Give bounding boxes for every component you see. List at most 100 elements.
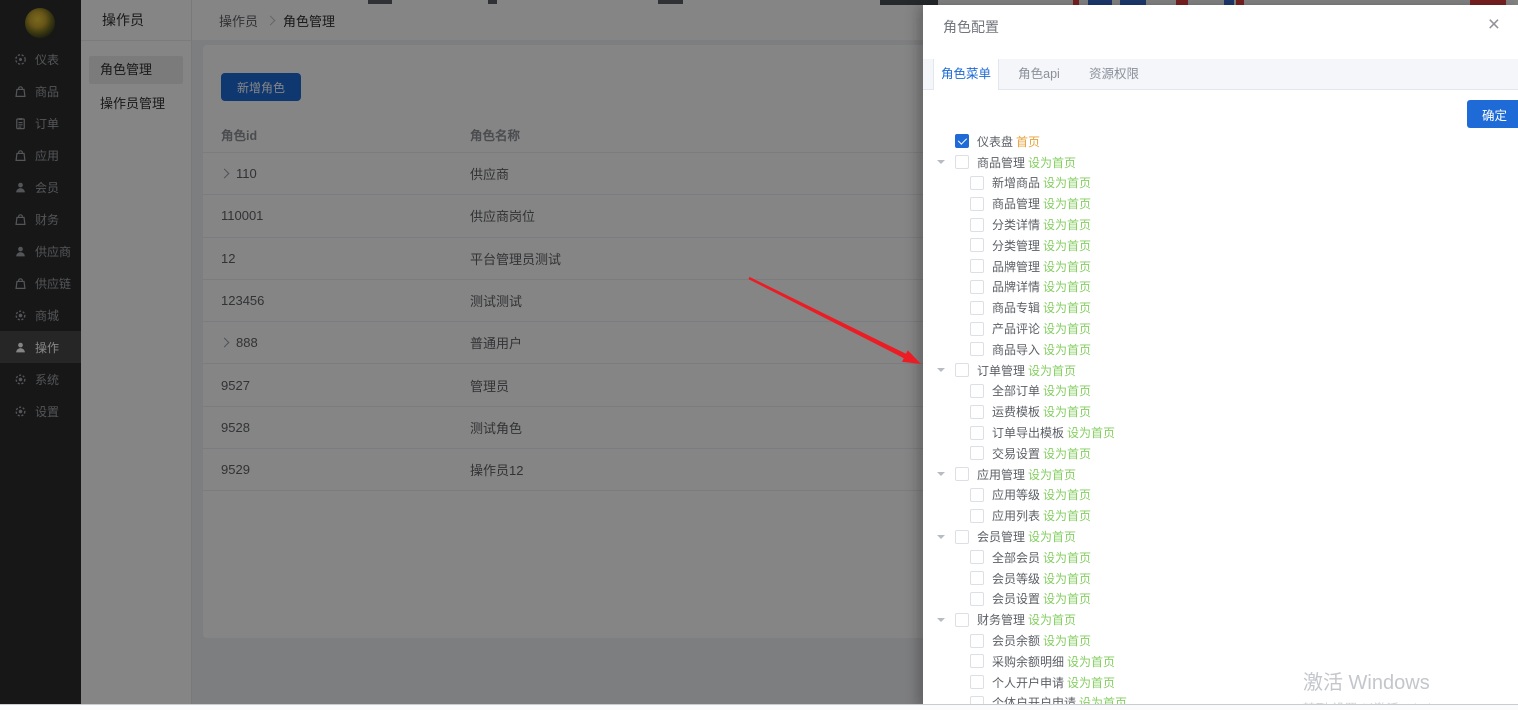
tree-node-label[interactable]: 产品评论: [992, 320, 1040, 337]
caret-down-icon[interactable]: [935, 156, 955, 168]
tree-node-label[interactable]: 分类管理: [992, 237, 1040, 254]
set-home-link[interactable]: 设为首页: [1043, 341, 1091, 358]
set-home-link[interactable]: 设为首页: [1028, 154, 1076, 171]
tree-checkbox[interactable]: [970, 426, 984, 440]
tree-node[interactable]: 全部会员设为首页: [923, 547, 1518, 568]
tree-checkbox[interactable]: [970, 301, 984, 315]
tree-checkbox[interactable]: [970, 509, 984, 523]
tree-node[interactable]: 财务管理设为首页: [923, 609, 1518, 630]
tree-node[interactable]: 应用列表设为首页: [923, 505, 1518, 526]
tree-checkbox[interactable]: [970, 259, 984, 273]
tree-node-label[interactable]: 全部订单: [992, 382, 1040, 399]
tree-node-label[interactable]: 应用管理: [977, 466, 1025, 483]
tree-checkbox[interactable]: [970, 238, 984, 252]
tree-node[interactable]: 应用管理设为首页: [923, 464, 1518, 485]
tree-node[interactable]: 仪表盘首页: [923, 131, 1518, 152]
tree-node-label[interactable]: 交易设置: [992, 445, 1040, 462]
tree-node[interactable]: 分类管理设为首页: [923, 235, 1518, 256]
set-home-link[interactable]: 首页: [1016, 133, 1040, 150]
tab-角色菜单[interactable]: 角色菜单: [933, 59, 999, 90]
tree-node-label[interactable]: 品牌详情: [992, 278, 1040, 295]
tree-node[interactable]: 品牌详情设为首页: [923, 277, 1518, 298]
tree-node[interactable]: 会员余额设为首页: [923, 630, 1518, 651]
set-home-link[interactable]: 设为首页: [1043, 590, 1091, 607]
tree-node[interactable]: 会员管理设为首页: [923, 526, 1518, 547]
tree-node[interactable]: 商品导入设为首页: [923, 339, 1518, 360]
set-home-link[interactable]: 设为首页: [1043, 174, 1091, 191]
tree-node[interactable]: 全部订单设为首页: [923, 381, 1518, 402]
caret-down-icon[interactable]: [935, 614, 955, 626]
set-home-link[interactable]: 设为首页: [1028, 466, 1076, 483]
tab-角色api[interactable]: 角色api: [1009, 59, 1069, 89]
tree-checkbox[interactable]: [955, 363, 969, 377]
tree-checkbox[interactable]: [970, 342, 984, 356]
tree-checkbox[interactable]: [955, 155, 969, 169]
tree-node-label[interactable]: 财务管理: [977, 611, 1025, 628]
tree-node[interactable]: 会员设置设为首页: [923, 589, 1518, 610]
tree-node-label[interactable]: 商品导入: [992, 341, 1040, 358]
set-home-link[interactable]: 设为首页: [1043, 278, 1091, 295]
tree-checkbox[interactable]: [970, 654, 984, 668]
caret-down-icon[interactable]: [935, 364, 955, 376]
tree-node-label[interactable]: 商品管理: [992, 195, 1040, 212]
tree-node-label[interactable]: 分类详情: [992, 216, 1040, 233]
tree-node-label[interactable]: 订单管理: [977, 362, 1025, 379]
tree-checkbox[interactable]: [955, 613, 969, 627]
confirm-button[interactable]: 确定: [1467, 100, 1518, 128]
tree-node-label[interactable]: 采购余额明细: [992, 653, 1064, 670]
tree-node-label[interactable]: 全部会员: [992, 549, 1040, 566]
set-home-link[interactable]: 设为首页: [1043, 403, 1091, 420]
tree-node[interactable]: 商品管理设为首页: [923, 193, 1518, 214]
set-home-link[interactable]: 设为首页: [1043, 549, 1091, 566]
tree-node-label[interactable]: 订单导出模板: [992, 424, 1064, 441]
tree-checkbox[interactable]: [970, 218, 984, 232]
tree-node-label[interactable]: 会员余额: [992, 632, 1040, 649]
set-home-link[interactable]: 设为首页: [1043, 237, 1091, 254]
tree-node-label[interactable]: 会员等级: [992, 570, 1040, 587]
set-home-link[interactable]: 设为首页: [1067, 674, 1115, 691]
tree-node[interactable]: 订单管理设为首页: [923, 360, 1518, 381]
tree-checkbox[interactable]: [955, 530, 969, 544]
set-home-link[interactable]: 设为首页: [1043, 632, 1091, 649]
set-home-link[interactable]: 设为首页: [1028, 611, 1076, 628]
caret-down-icon[interactable]: [935, 531, 955, 543]
tree-node-label[interactable]: 新增商品: [992, 174, 1040, 191]
tree-node[interactable]: 商品管理设为首页: [923, 152, 1518, 173]
tree-node[interactable]: 运费模板设为首页: [923, 401, 1518, 422]
tree-node[interactable]: 会员等级设为首页: [923, 568, 1518, 589]
tree-checkbox[interactable]: [970, 176, 984, 190]
tree-node[interactable]: 个人开户申请设为首页: [923, 672, 1518, 693]
tree-node-label[interactable]: 会员设置: [992, 590, 1040, 607]
tree-node[interactable]: 品牌管理设为首页: [923, 256, 1518, 277]
tab-资源权限[interactable]: 资源权限: [1079, 59, 1149, 89]
tree-node-label[interactable]: 会员管理: [977, 528, 1025, 545]
tree-node-label[interactable]: 运费模板: [992, 403, 1040, 420]
tree-node[interactable]: 应用等级设为首页: [923, 485, 1518, 506]
set-home-link[interactable]: 设为首页: [1043, 445, 1091, 462]
set-home-link[interactable]: 设为首页: [1043, 486, 1091, 503]
close-icon[interactable]: ×: [1484, 11, 1504, 39]
tree-checkbox[interactable]: [970, 634, 984, 648]
tree-node[interactable]: 订单导出模板设为首页: [923, 422, 1518, 443]
caret-down-icon[interactable]: [935, 468, 955, 480]
tree-checkbox[interactable]: [955, 467, 969, 481]
tree-checkbox[interactable]: [970, 488, 984, 502]
tree-node-label[interactable]: 商品专辑: [992, 299, 1040, 316]
set-home-link[interactable]: 设为首页: [1043, 299, 1091, 316]
set-home-link[interactable]: 设为首页: [1043, 216, 1091, 233]
set-home-link[interactable]: 设为首页: [1028, 528, 1076, 545]
set-home-link[interactable]: 设为首页: [1043, 320, 1091, 337]
set-home-link[interactable]: 设为首页: [1043, 195, 1091, 212]
tree-node-label[interactable]: 仪表盘: [977, 133, 1013, 150]
set-home-link[interactable]: 设为首页: [1043, 570, 1091, 587]
tree-checkbox[interactable]: [970, 675, 984, 689]
tree-checkbox[interactable]: [955, 134, 969, 148]
set-home-link[interactable]: 设为首页: [1067, 653, 1115, 670]
tree-checkbox[interactable]: [970, 197, 984, 211]
tree-node[interactable]: 产品评论设为首页: [923, 318, 1518, 339]
tree-node-label[interactable]: 品牌管理: [992, 258, 1040, 275]
set-home-link[interactable]: 设为首页: [1043, 507, 1091, 524]
set-home-link[interactable]: 设为首页: [1043, 258, 1091, 275]
tree-node[interactable]: 新增商品设为首页: [923, 173, 1518, 194]
tree-node[interactable]: 采购余额明细设为首页: [923, 651, 1518, 672]
